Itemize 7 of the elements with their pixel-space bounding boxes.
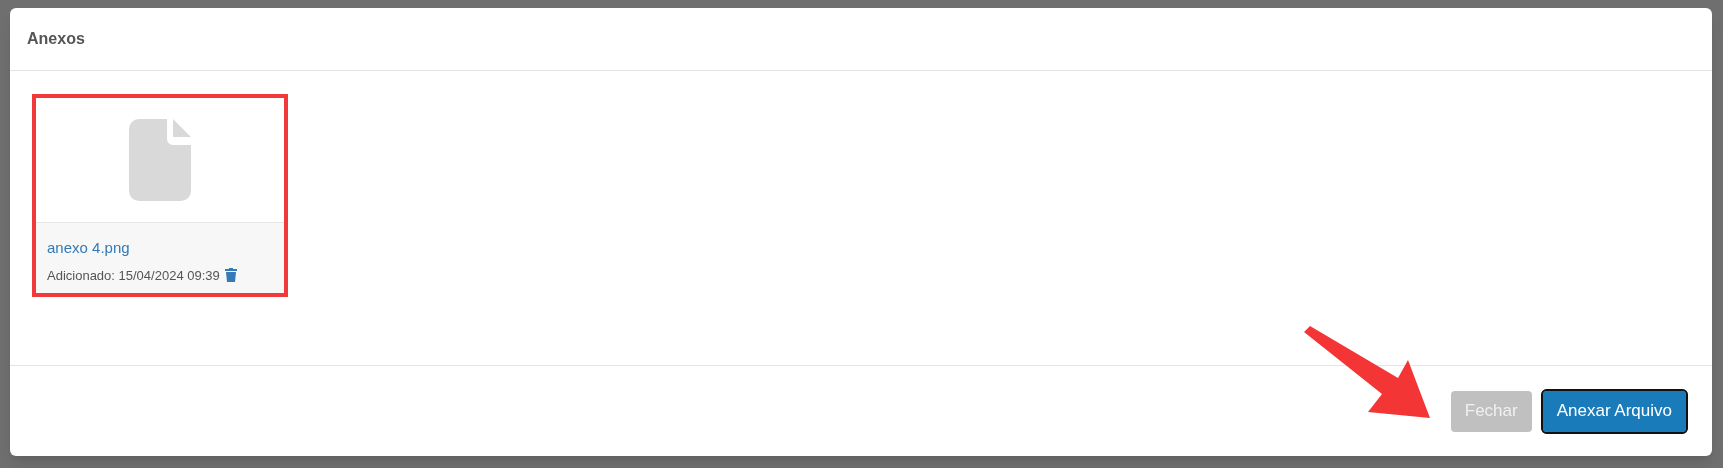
dialog-title: Anexos — [27, 29, 85, 49]
added-date: Adicionado: 15/04/2024 09:39 — [47, 266, 220, 285]
file-name-link[interactable]: anexo 4.png — [47, 237, 130, 260]
file-icon — [129, 119, 191, 201]
trash-icon[interactable] — [224, 268, 237, 283]
attachment-card[interactable]: anexo 4.png Adicionado: 15/04/2024 09:39 — [32, 94, 288, 297]
attach-file-button[interactable]: Anexar Arquivo — [1542, 390, 1686, 432]
